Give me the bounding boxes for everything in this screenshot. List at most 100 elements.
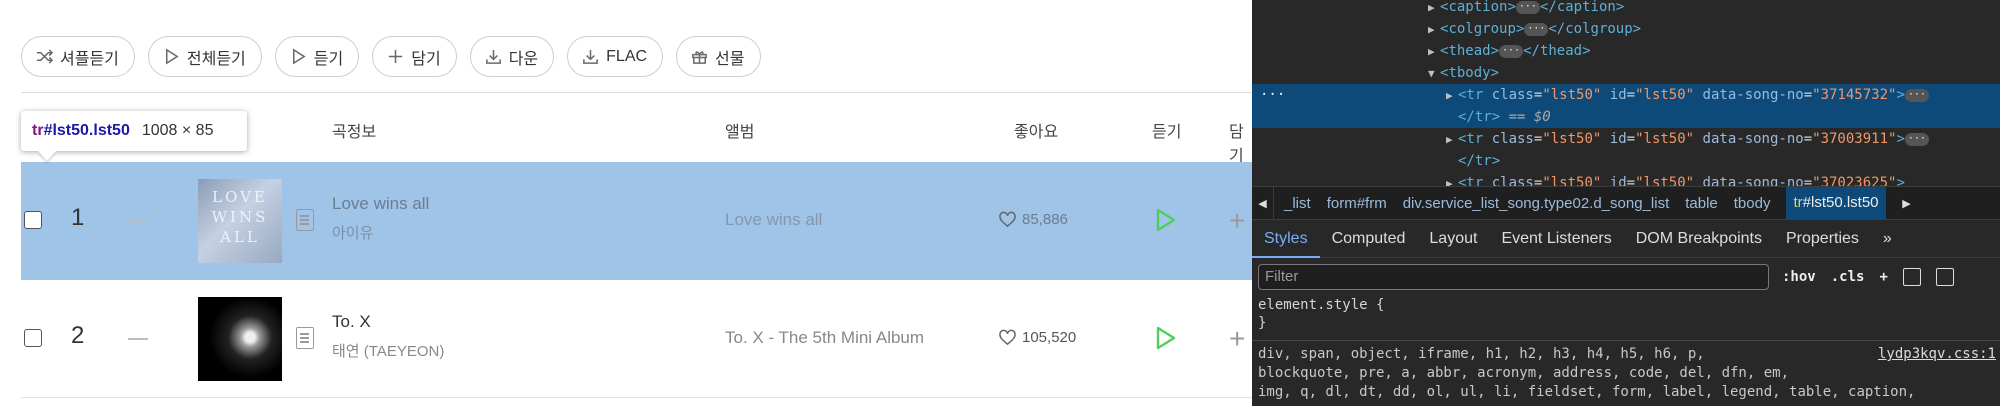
- song-info-icon[interactable]: [296, 327, 314, 349]
- expand-arrow-icon[interactable]: ▶: [1446, 129, 1458, 151]
- dom-node-tr-selected[interactable]: ··· ▶ <tr class="lst50" id="lst50" data-s…: [1252, 84, 2000, 106]
- breadcrumb-item[interactable]: div.service_list_song.type02.d_song_list: [1403, 195, 1670, 212]
- add-to-playlist-button[interactable]: 담기: [372, 36, 457, 77]
- tab-layout[interactable]: Layout: [1417, 220, 1489, 258]
- column-header-add: 담기: [1229, 124, 1244, 165]
- song-album[interactable]: Love wins all: [725, 210, 822, 230]
- ellipsis-icon[interactable]: ···: [1524, 22, 1549, 36]
- download-icon: [583, 49, 599, 64]
- download-label: 다운: [508, 50, 539, 68]
- album-cover-lettering: LOVE WINS ALL: [211, 188, 269, 246]
- song-title[interactable]: Love wins all: [332, 194, 429, 214]
- console-ref: == $0: [1508, 109, 1551, 125]
- dom-node-thead[interactable]: ▶ <thead> ··· </thead>: [1252, 40, 2000, 62]
- song-artist[interactable]: 태연 (TAEYEON): [332, 340, 444, 361]
- rank-number: 2: [71, 322, 85, 349]
- class-toggle[interactable]: .cls: [1831, 269, 1865, 285]
- ellipsis-icon[interactable]: ···: [1904, 132, 1929, 146]
- download-button[interactable]: 다운: [469, 36, 555, 77]
- devtools-panel: ▶ <caption> ··· </caption> ▶ <colgroup> ··· </…: [1252, 0, 2000, 406]
- add-song-button[interactable]: +: [1229, 207, 1245, 235]
- album-cover[interactable]: [198, 297, 282, 381]
- album-cover[interactable]: LOVE WINS ALL: [198, 179, 282, 263]
- song-album[interactable]: To. X - The 5th Mini Album: [725, 328, 924, 348]
- inspect-element-tooltip: tr#lst50.lst50 1008 × 85: [21, 111, 247, 151]
- breadcrumb-item[interactable]: form#frm: [1327, 195, 1387, 212]
- tab-styles[interactable]: Styles: [1252, 220, 1320, 258]
- ellipsis-icon[interactable]: ···: [1515, 0, 1540, 14]
- like-button[interactable]: 85,886: [998, 211, 1068, 228]
- play-icon: [292, 48, 306, 65]
- dom-node-tr[interactable]: ▶ <tr class="lst50" id="lst50" data-song-…: [1252, 128, 2000, 150]
- flac-label: FLAC: [606, 47, 648, 65]
- expand-arrow-icon[interactable]: ▶: [1428, 0, 1440, 19]
- expand-arrow-icon[interactable]: ▶: [1446, 85, 1458, 107]
- element-style-selector[interactable]: element.style {: [1258, 296, 1384, 314]
- element-style-rule: element.style { }: [1258, 296, 1384, 332]
- chevron-right-icon[interactable]: ▶: [1896, 187, 1918, 219]
- more-options-icon[interactable]: ···: [1260, 84, 1285, 106]
- sidebar-toggle-icon[interactable]: [1935, 268, 1954, 286]
- rule-selector-line: div, span, object, iframe, h1, h2, h3, h…: [1258, 346, 1705, 362]
- rule-source-link[interactable]: lydp3kqv.css:1: [1878, 345, 1996, 364]
- dom-node-colgroup[interactable]: ▶ <colgroup> ··· </colgroup>: [1252, 18, 2000, 40]
- like-count: 85,886: [1022, 211, 1068, 228]
- play-icon: [1156, 326, 1176, 350]
- dom-node-tbody[interactable]: ▼ <tbody>: [1252, 62, 2000, 84]
- row-checkbox[interactable]: [24, 329, 42, 347]
- expand-arrow-icon[interactable]: ▶: [1428, 19, 1440, 41]
- ellipsis-icon[interactable]: ···: [1499, 44, 1524, 58]
- song-info-icon[interactable]: [296, 209, 314, 231]
- styles-filter-input[interactable]: Filter: [1258, 264, 1769, 290]
- chevron-left-icon[interactable]: ◀: [1252, 187, 1274, 219]
- tab-dom-breakpoints[interactable]: DOM Breakpoints: [1624, 220, 1774, 258]
- table-top-divider: [21, 92, 1252, 93]
- column-header-likes: 좋아요: [1014, 124, 1059, 141]
- melon-chart-page: 셔플듣기 전체듣기 듣기 담기 다운 FLAC 선물 곡정보 앨범 좋아요 듣기…: [0, 0, 1252, 406]
- chart-toolbar: 셔플듣기 전체듣기 듣기 담기 다운 FLAC 선물: [21, 36, 761, 77]
- tab-event-listeners[interactable]: Event Listeners: [1489, 220, 1623, 258]
- flac-download-button[interactable]: FLAC: [567, 36, 664, 77]
- breadcrumb-item[interactable]: table: [1685, 195, 1718, 212]
- tooltip-arrow: [38, 151, 56, 161]
- expand-arrow-icon[interactable]: ▶: [1428, 41, 1440, 63]
- expand-arrow-icon[interactable]: ▶: [1446, 173, 1458, 186]
- row-checkbox[interactable]: [24, 211, 42, 229]
- play-all-button[interactable]: 전체듣기: [147, 36, 262, 77]
- like-button[interactable]: 105,520: [998, 329, 1076, 346]
- breadcrumb-item[interactable]: tbody: [1734, 195, 1771, 212]
- tab-computed[interactable]: Computed: [1320, 220, 1418, 258]
- rule-divider: [1252, 340, 2000, 341]
- listen-button[interactable]: 듣기: [274, 36, 360, 77]
- tab-properties[interactable]: Properties: [1774, 220, 1871, 258]
- reset-css-rule: div, span, object, iframe, h1, h2, h3, h…: [1258, 345, 1915, 402]
- song-title[interactable]: To. X: [332, 312, 371, 332]
- dom-node-tr[interactable]: ▶ <tr class="lst50" id="lst50" data-song-…: [1252, 172, 2000, 186]
- breadcrumb-item-current[interactable]: tr#lst50.lst50: [1786, 187, 1886, 219]
- gift-label: 선물: [715, 50, 745, 68]
- heart-icon: [999, 211, 1016, 228]
- tooltip-tag: tr: [32, 122, 44, 139]
- more-tabs-icon[interactable]: »: [1871, 220, 1904, 258]
- song-artist[interactable]: 아이유: [332, 222, 373, 243]
- shuffle-play-button[interactable]: 셔플듣기: [21, 36, 135, 77]
- breadcrumb-item[interactable]: _list: [1284, 195, 1311, 212]
- dom-node-tr-close: </tr> == $0: [1252, 106, 2000, 128]
- rank-number: 1: [71, 204, 85, 231]
- collapse-arrow-icon[interactable]: ▼: [1428, 63, 1440, 85]
- ellipsis-icon[interactable]: ···: [1904, 88, 1929, 102]
- table-row[interactable]: 2 To. X 태연 (TAEYEON) To. X - The 5th Min…: [21, 280, 1252, 398]
- paint-brush-icon[interactable]: [1902, 268, 1921, 286]
- elements-tree: ▶ <caption> ··· </caption> ▶ <colgroup> ··· </…: [1252, 0, 2000, 186]
- hover-state-toggle[interactable]: :hov: [1782, 269, 1816, 285]
- table-row[interactable]: 1 LOVE WINS ALL Love wins all 아이유 Love w…: [21, 162, 1252, 280]
- dom-node-caption[interactable]: ▶ <caption> ··· </caption>: [1252, 0, 2000, 18]
- shuffle-icon: [36, 49, 54, 64]
- rule-selector-line: blockquote, pre, a, abbr, acronym, addre…: [1258, 365, 1790, 381]
- shuffle-play-label: 셔플듣기: [60, 50, 119, 68]
- column-header-album: 앨범: [725, 124, 755, 141]
- add-song-button[interactable]: +: [1229, 325, 1245, 353]
- gift-button[interactable]: 선물: [676, 36, 761, 77]
- download-icon: [485, 49, 501, 64]
- new-rule-icon[interactable]: +: [1879, 269, 1887, 285]
